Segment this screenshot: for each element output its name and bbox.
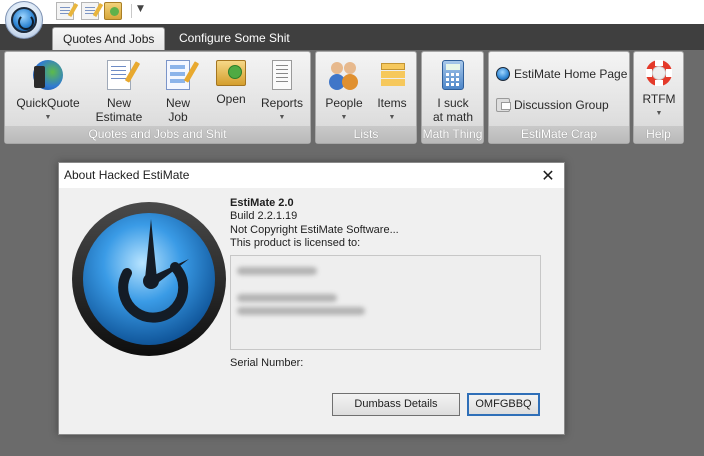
- ribbon-tab-bar: Quotes And Jobs Configure Some Shit: [0, 24, 704, 50]
- estimate-logo-icon: [72, 202, 226, 356]
- new-job-icon: [166, 60, 190, 90]
- quick-access-toolbar: ▼: [0, 0, 704, 24]
- qat-new-estimate-icon[interactable]: [56, 2, 74, 20]
- quickquote-button[interactable]: QuickQuote ▼: [11, 60, 85, 125]
- close-icon[interactable]: ✕: [532, 163, 564, 188]
- group-label-estimate-crap: EstiMate Crap: [489, 126, 629, 143]
- redacted-licensee-name: [237, 267, 317, 275]
- rtfm-label: RTFM: [642, 92, 676, 106]
- ribbon-group-math: I suck at math Math Thing: [421, 51, 484, 144]
- copyright-text: Not Copyright EstiMate Software...: [230, 224, 399, 236]
- chevron-down-icon: ▼: [655, 110, 663, 117]
- serial-number-label: Serial Number:: [230, 357, 304, 369]
- home-page-icon: [496, 67, 510, 81]
- items-icon: [377, 60, 407, 90]
- ribbon-group-lists: People ▼ Items ▼ Lists: [315, 51, 417, 144]
- reports-button[interactable]: Reports ▼: [257, 60, 307, 125]
- home-page-button[interactable]: EstiMate Home Page: [496, 67, 627, 81]
- ribbon: QuickQuote ▼ New Estimate New Job Open Rep…: [0, 50, 704, 146]
- product-name: EstiMate 2.0: [230, 197, 294, 209]
- licensed-to-label: This product is licensed to:: [230, 237, 361, 249]
- people-button[interactable]: People ▼: [320, 60, 368, 125]
- ok-button[interactable]: OMFGBBQ: [467, 393, 540, 416]
- new-estimate-label: New Estimate: [95, 96, 143, 124]
- ribbon-group-help: RTFM ▼ Help: [633, 51, 684, 144]
- reports-icon: [272, 60, 292, 90]
- new-estimate-button[interactable]: New Estimate: [89, 60, 149, 124]
- about-dialog: About Hacked EstiMate ✕ EstiMate 2.0 Bui…: [58, 162, 565, 435]
- lifebuoy-icon: [646, 60, 672, 86]
- open-label: Open: [216, 92, 246, 106]
- discussion-group-button[interactable]: Discussion Group: [496, 98, 609, 112]
- chevron-down-icon: ▼: [44, 114, 52, 121]
- reports-label: Reports: [260, 96, 304, 110]
- app-logo-icon: [11, 7, 37, 33]
- redacted-licensee-line: [237, 294, 337, 302]
- license-info-box: [230, 255, 541, 350]
- dialog-title: About Hacked EstiMate: [64, 168, 190, 182]
- qat-separator: [131, 4, 132, 18]
- people-icon: [329, 60, 359, 90]
- tab-configure[interactable]: Configure Some Shit: [169, 27, 300, 50]
- open-folder-icon: [216, 60, 246, 86]
- qat-open-icon[interactable]: [104, 2, 122, 20]
- new-estimate-icon: [107, 60, 131, 90]
- quickquote-label: QuickQuote: [16, 96, 80, 110]
- details-button[interactable]: Dumbass Details: [332, 393, 460, 416]
- redacted-licensee-line: [237, 307, 365, 315]
- discussion-group-label: Discussion Group: [514, 98, 609, 112]
- items-button[interactable]: Items ▼: [370, 60, 414, 125]
- math-label: I suck at math: [432, 96, 474, 124]
- application-menu-button[interactable]: [5, 1, 43, 39]
- chevron-down-icon: ▼: [278, 114, 286, 121]
- items-label: Items: [377, 96, 407, 110]
- tab-quotes-and-jobs[interactable]: Quotes And Jobs: [52, 27, 166, 50]
- group-label-lists: Lists: [316, 126, 416, 143]
- home-page-label: EstiMate Home Page: [514, 67, 628, 81]
- qat-new-job-icon[interactable]: [81, 2, 99, 20]
- calculator-icon: [442, 60, 464, 90]
- discussion-icon: [496, 98, 511, 112]
- dialog-titlebar[interactable]: About Hacked EstiMate ✕: [59, 163, 564, 188]
- quickquote-icon: [33, 60, 63, 90]
- ribbon-group-quotes-jobs: QuickQuote ▼ New Estimate New Job Open Rep…: [4, 51, 311, 144]
- chevron-down-icon: ▼: [388, 114, 396, 121]
- build-number: Build 2.2.1.19: [230, 210, 298, 222]
- chevron-down-icon: ▼: [340, 114, 348, 121]
- people-label: People: [325, 96, 363, 110]
- rtfm-button[interactable]: RTFM ▼: [637, 60, 681, 121]
- group-label-quotes-jobs: Quotes and Jobs and Shit: [5, 126, 310, 143]
- math-button[interactable]: I suck at math: [426, 60, 480, 124]
- group-label-math: Math Thing: [422, 126, 483, 143]
- open-button[interactable]: Open: [209, 60, 253, 106]
- ribbon-group-estimate-crap: EstiMate Home Page Discussion Group Esti…: [488, 51, 630, 144]
- group-label-help: Help: [634, 126, 683, 143]
- new-job-button[interactable]: New Job: [155, 60, 201, 124]
- qat-customize-chevron-icon[interactable]: ▼: [137, 4, 144, 14]
- new-job-label: New Job: [165, 96, 190, 124]
